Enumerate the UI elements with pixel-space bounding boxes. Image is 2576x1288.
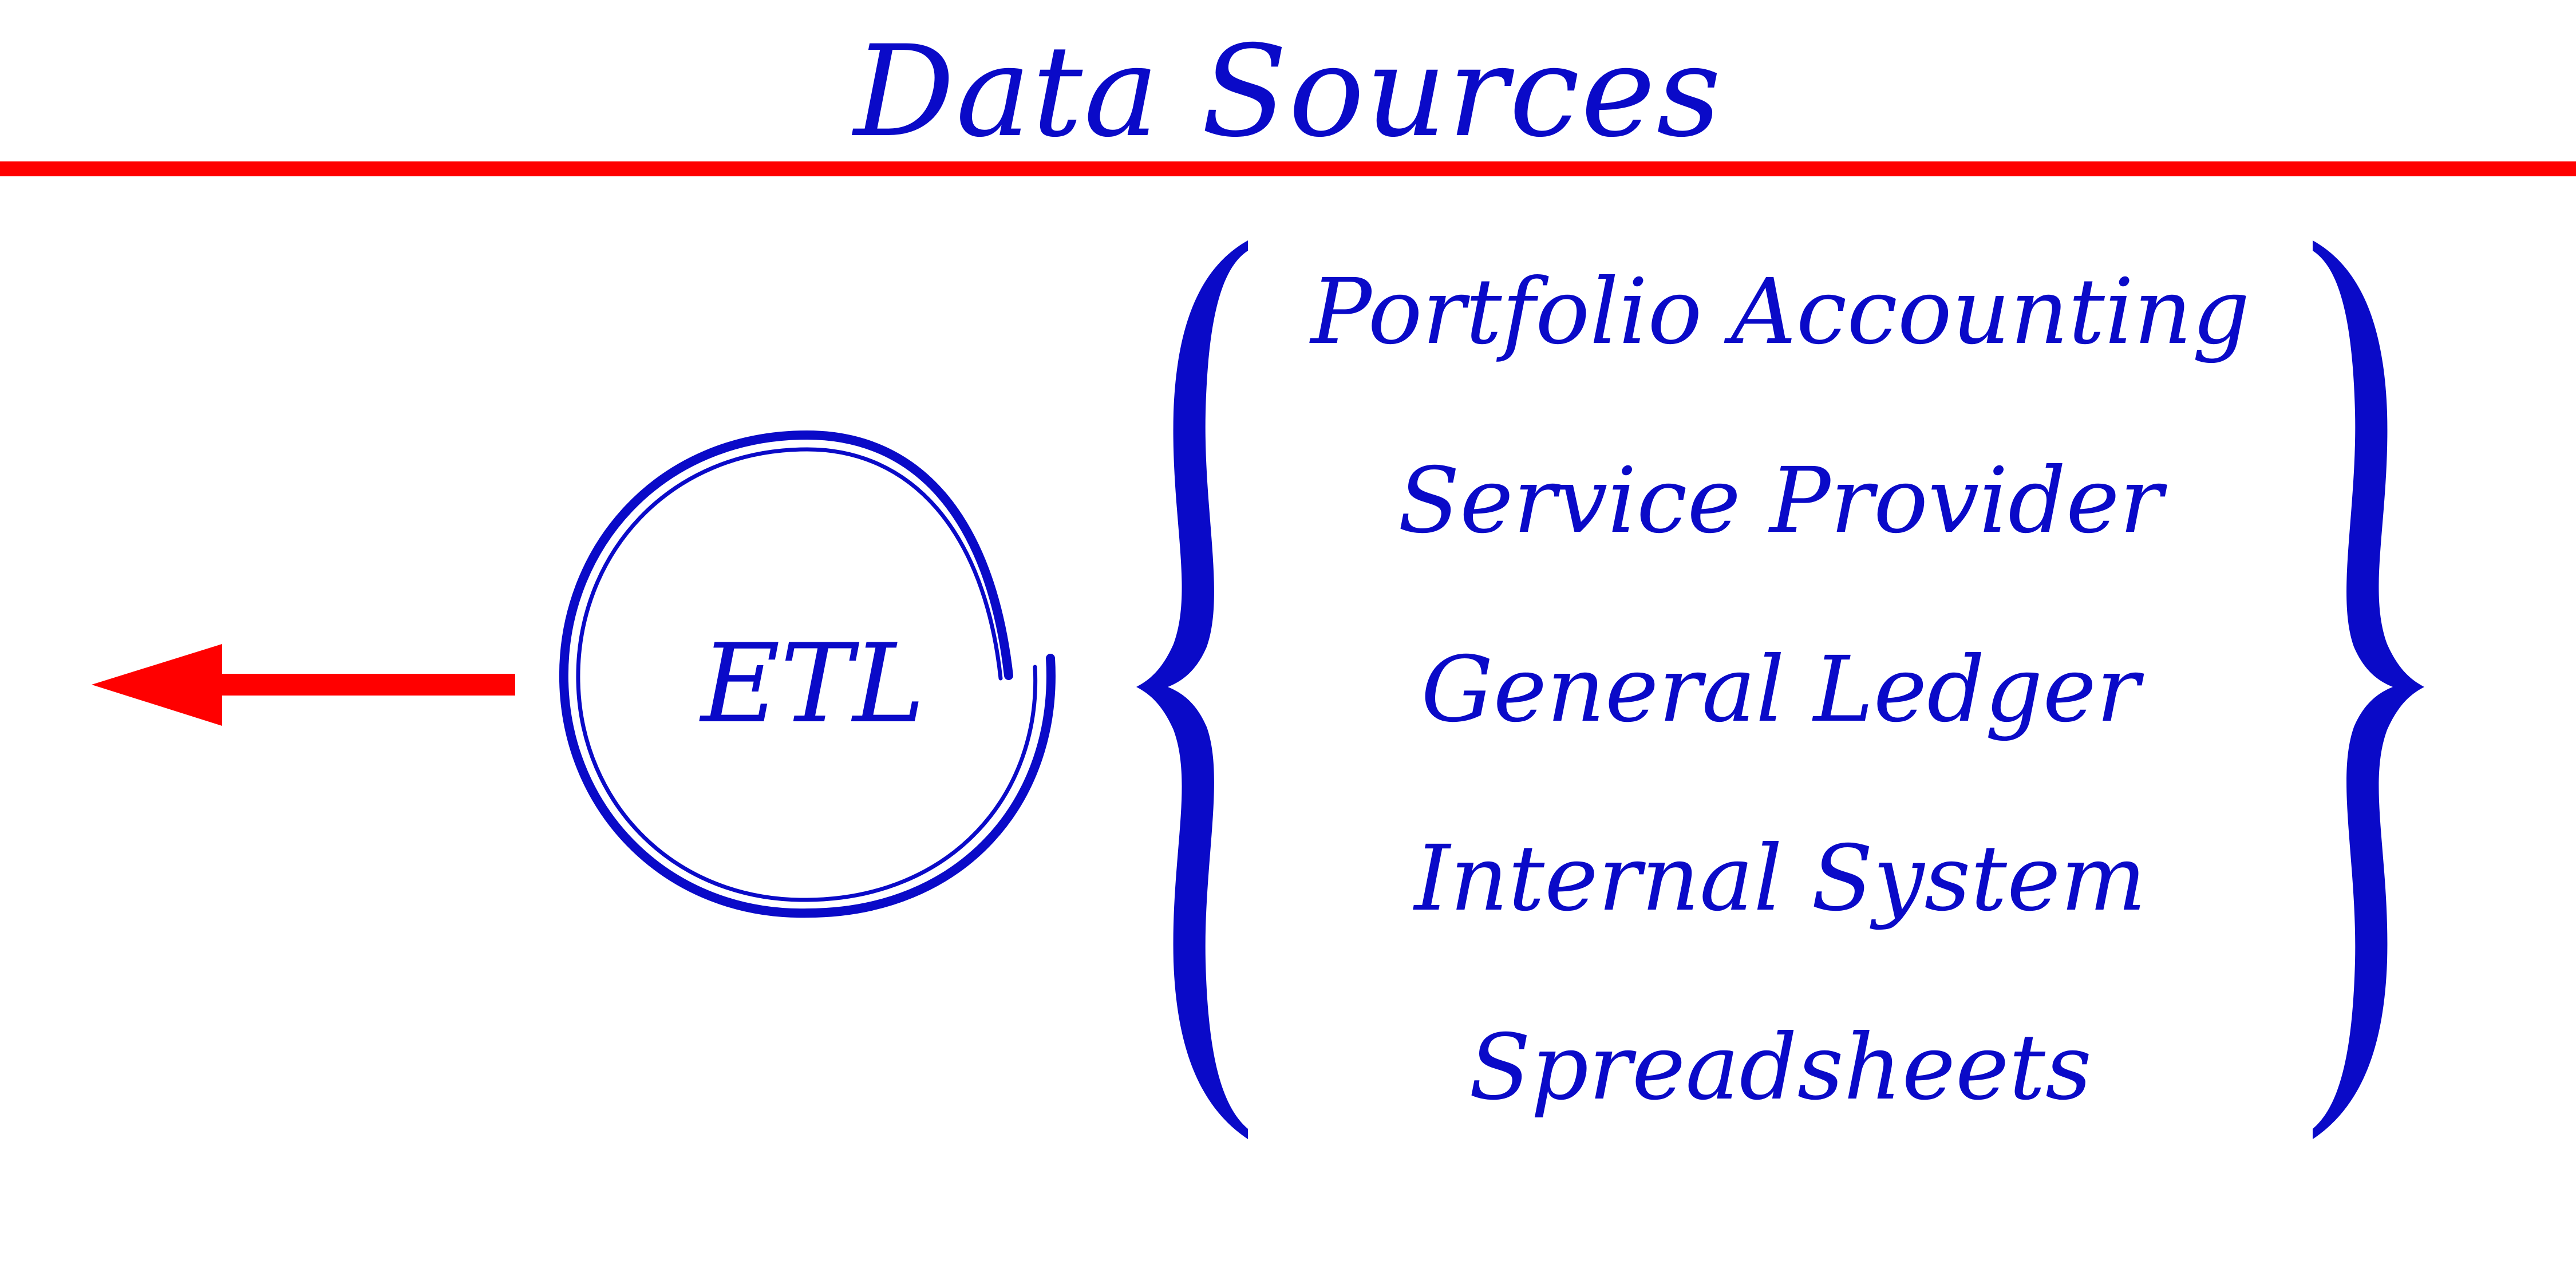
left-brace-icon	[1136, 240, 1248, 1139]
data-source-list: Portfolio Accounting Service Provider Ge…	[1242, 252, 2318, 1196]
source-spreadsheets: Spreadsheets	[1468, 1015, 2092, 1120]
etl-label: ETL	[701, 621, 925, 747]
right-brace-icon	[2313, 240, 2424, 1139]
source-internal-system: Internal System	[1414, 826, 2147, 931]
source-general-ledger: General Ledger	[1421, 637, 2140, 742]
source-portfolio-accounting: Portfolio Accounting	[1310, 259, 2250, 365]
source-service-provider: Service Provider	[1397, 448, 2163, 554]
left-arrow-icon	[92, 644, 515, 726]
